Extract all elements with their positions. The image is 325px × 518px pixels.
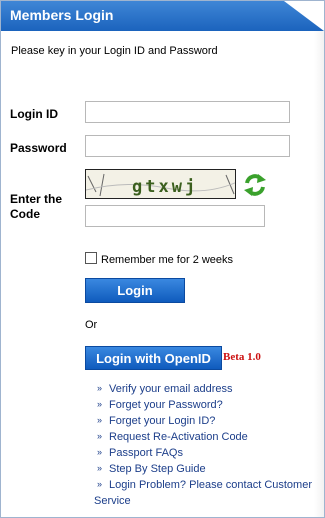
captcha-noise: gtxwj	[86, 173, 235, 197]
refresh-arrows-icon[interactable]	[242, 171, 268, 199]
or-text: Or	[85, 319, 98, 331]
panel-header: Members Login	[1, 1, 324, 31]
password-label: Password	[10, 141, 67, 155]
help-links: » Verify your email address » Forget your …	[94, 381, 319, 509]
login-panel: Members Login Please key in your Login I…	[0, 0, 325, 518]
link-arrow-icon: »	[97, 431, 103, 441]
link-arrow-icon: »	[97, 415, 103, 425]
login-id-label: Login ID	[10, 107, 58, 121]
link-arrow-icon: »	[97, 463, 103, 473]
link-reactivation-code[interactable]: » Request Re-Activation Code	[94, 429, 319, 445]
captcha-image: gtxwj	[85, 169, 236, 199]
intro-text: Please key in your Login ID and Password	[11, 45, 218, 57]
captcha-label-line1: Enter the	[10, 192, 63, 206]
link-login-problem[interactable]: » Login Problem? Please contact Customer …	[94, 477, 319, 509]
password-input[interactable]	[85, 135, 290, 157]
captcha-label: Enter the Code	[10, 192, 62, 222]
link-arrow-icon: »	[97, 447, 103, 457]
captcha-text: gtxwj	[132, 177, 198, 197]
link-arrow-icon: »	[97, 383, 103, 393]
link-forget-password[interactable]: » Forget your Password?	[94, 397, 319, 413]
page-title: Members Login	[10, 7, 114, 23]
login-id-input[interactable]	[85, 101, 290, 123]
remember-checkbox[interactable]	[85, 252, 97, 264]
remember-label: Remember me for 2 weeks	[101, 254, 234, 266]
link-step-guide[interactable]: » Step By Step Guide	[94, 461, 319, 477]
link-forget-login-id[interactable]: » Forget your Login ID?	[94, 413, 319, 429]
link-arrow-icon: »	[97, 399, 103, 409]
openid-login-button[interactable]: Login with OpenID	[85, 346, 222, 370]
beta-badge: Beta 1.0	[223, 351, 261, 363]
header-corner	[284, 1, 324, 31]
captcha-label-line2: Code	[10, 207, 40, 221]
link-arrow-icon: »	[97, 479, 103, 489]
captcha-input[interactable]	[85, 205, 265, 227]
link-passport-faqs[interactable]: » Passport FAQs	[94, 445, 319, 461]
login-button[interactable]: Login	[85, 278, 185, 303]
link-verify-email[interactable]: » Verify your email address	[94, 381, 319, 397]
